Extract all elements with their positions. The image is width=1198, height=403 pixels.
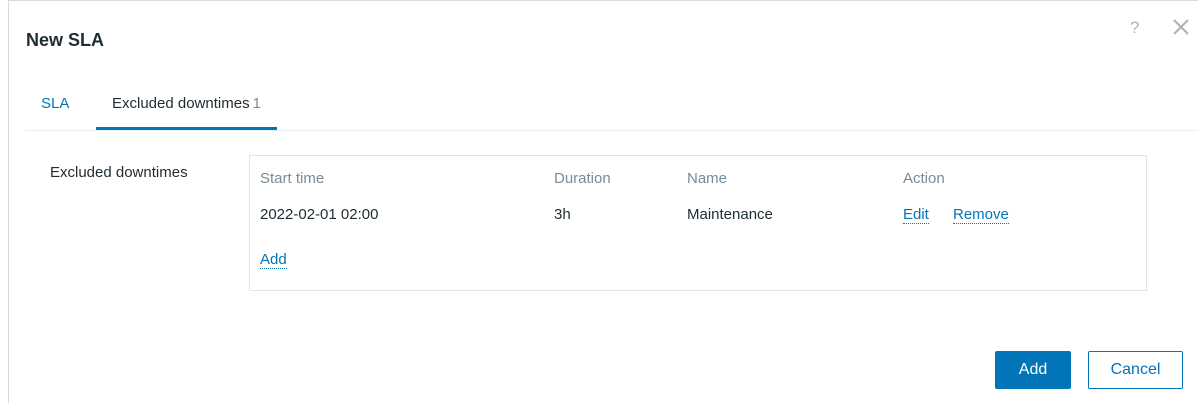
cancel-button[interactable]: Cancel (1088, 351, 1183, 389)
add-button[interactable]: Add (995, 351, 1071, 389)
tab-sla[interactable]: SLA (41, 91, 69, 127)
edit-link[interactable]: Edit (903, 206, 929, 224)
add-downtime-link[interactable]: Add (260, 251, 287, 269)
tab-excluded-downtimes-label: Excluded downtimes (112, 95, 250, 112)
tab-excluded-downtimes[interactable]: Excluded downtimes 1 (96, 91, 277, 130)
tab-count-badge: 1 (252, 95, 261, 112)
close-icon[interactable] (1170, 16, 1192, 38)
remove-link[interactable]: Remove (953, 206, 1009, 224)
close-icon-glyph (1173, 19, 1189, 35)
cell-start-time: 2022-02-01 02:00 (260, 206, 379, 223)
help-icon[interactable]: ? (1130, 19, 1139, 36)
column-header-start-time: Start time (260, 170, 325, 187)
cell-name: Maintenance (687, 206, 773, 223)
column-header-action: Action (903, 170, 945, 187)
new-sla-dialog: New SLA ? SLA Excluded downtimes 1 Exclud… (8, 0, 1198, 403)
excluded-downtimes-label: Excluded downtimes (50, 164, 188, 181)
column-header-duration: Duration (554, 170, 611, 187)
cell-duration: 3h (554, 206, 571, 223)
tab-bar: SLA Excluded downtimes 1 (25, 91, 1198, 131)
column-header-name: Name (687, 170, 728, 187)
excluded-downtimes-table: Start time Duration Name Action 2022-02-… (249, 155, 1147, 291)
dialog-title: New SLA (26, 30, 105, 50)
